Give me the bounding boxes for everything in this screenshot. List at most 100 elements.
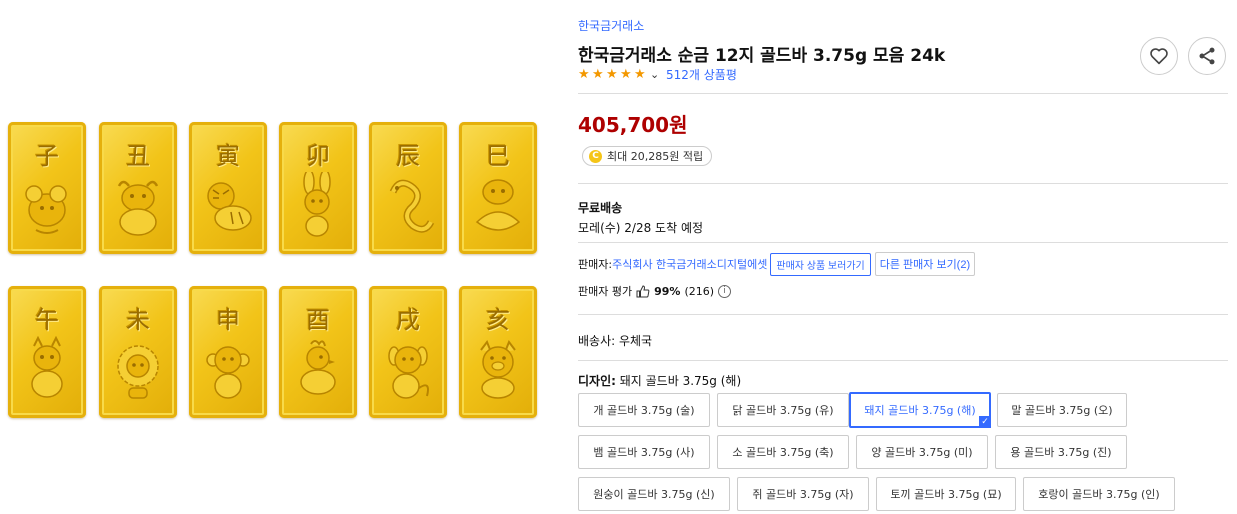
seller-name-link[interactable]: 주식회사 한국금거래소디지털에셋: [612, 256, 767, 272]
option-label: 개 골드바 3.75g (술): [593, 404, 695, 417]
snake-figure: [475, 179, 521, 231]
gold-bar-monkey: 申: [189, 286, 267, 418]
option-label: 용 골드바 3.75g (진): [1010, 446, 1112, 459]
product-price: 405,700원: [578, 113, 688, 137]
option-rabbit[interactable]: 토끼 골드바 3.75g (묘): [876, 477, 1016, 511]
sheep-figure: [117, 345, 159, 399]
zodiac-glyph: 酉: [306, 306, 330, 334]
tiger-figure: [207, 182, 252, 231]
option-snake[interactable]: 뱀 골드바 3.75g (사): [578, 435, 710, 469]
gold-bar-ox: 丑: [99, 122, 177, 254]
zodiac-glyph: 子: [35, 142, 59, 170]
zodiac-glyph: 未: [126, 306, 150, 334]
gold-bar-tiger: 寅: [189, 122, 267, 254]
star-icon: ★: [634, 66, 646, 82]
courier: 배송사: 우체국: [578, 334, 653, 348]
coin-icon: C: [589, 149, 602, 163]
rating-row: ★ ★ ★ ★ ★ ⌄ 512개 상품평: [578, 66, 737, 82]
shipping-label: 무료배송: [578, 201, 623, 215]
option-ox[interactable]: 소 골드바 3.75g (축): [717, 435, 849, 469]
wishlist-button[interactable]: [1140, 37, 1178, 75]
divider: [578, 183, 1228, 184]
zodiac-glyph: 戌: [396, 306, 420, 334]
gold-bar-horse: 午: [8, 286, 86, 418]
divider: [578, 242, 1228, 243]
gold-bar-dog: 戌: [369, 286, 447, 418]
star-icon: ★: [606, 66, 618, 82]
cashback-badge: C 최대 20,285원 적립: [582, 146, 713, 166]
horse-figure: [31, 336, 63, 398]
option-label: 양 골드바 3.75g (미): [871, 446, 973, 459]
brand-link[interactable]: 한국금거래소: [578, 17, 644, 34]
divider: [578, 93, 1228, 94]
thumbs-up-icon: [636, 284, 650, 297]
option-label: 말 골드바 3.75g (오): [1011, 404, 1113, 417]
zodiac-glyph: 卯: [306, 142, 330, 170]
check-icon: ✓: [979, 416, 991, 428]
option-label: 토끼 골드바 3.75g (묘): [890, 488, 1002, 501]
view-seller-products-button[interactable]: 판매자 상품 보러가기: [770, 252, 871, 276]
zodiac-glyph: 亥: [486, 306, 510, 334]
option-label: 닭 골드바 3.75g (유): [732, 404, 834, 417]
zodiac-glyph: 寅: [216, 142, 240, 170]
star-icon: ★: [620, 66, 632, 82]
zodiac-glyph: 辰: [396, 142, 420, 170]
chevron-down-icon[interactable]: ⌄: [650, 68, 662, 81]
design-header: 디자인: 돼지 골드바 3.75g (해): [578, 372, 741, 389]
gold-bar-rooster: 酉: [279, 286, 357, 418]
option-mouse[interactable]: 쥐 골드바 3.75g (자): [737, 477, 869, 511]
seller-row: 판매자: 주식회사 한국금거래소디지털에셋 판매자 상품 보러가기 다른 판매자…: [578, 252, 976, 276]
dragon-figure: [389, 179, 435, 233]
option-label: 뱀 골드바 3.75g (사): [593, 446, 695, 459]
dog-figure: [388, 346, 429, 399]
option-monkey[interactable]: 원숭이 골드바 3.75g (신): [578, 477, 730, 511]
option-label: 소 골드바 3.75g (축): [732, 446, 834, 459]
seller-eval-count: (216): [684, 284, 715, 298]
gold-bar-dragon: 辰: [369, 122, 447, 254]
rabbit-figure: [303, 172, 331, 237]
pig-figure: [480, 339, 516, 399]
option-dragon[interactable]: 용 골드바 3.75g (진): [995, 435, 1127, 469]
cashback-text: 최대 20,285원 적립: [607, 150, 704, 163]
other-sellers-button[interactable]: 다른 판매자 보기(2): [874, 252, 976, 276]
option-tiger[interactable]: 호랑이 골드바 3.75g (인): [1023, 477, 1175, 511]
gold-bar-sheep: 未: [99, 286, 177, 418]
star-rating[interactable]: ★ ★ ★ ★ ★: [578, 68, 648, 81]
option-pig[interactable]: 돼지 골드바 3.75g (해) ✓: [849, 392, 991, 428]
zodiac-glyph: 午: [35, 306, 59, 334]
ox-figure: [117, 180, 159, 236]
zodiac-glyph: 丑: [126, 142, 150, 170]
design-label: 디자인:: [578, 374, 616, 388]
rooster-figure: [300, 340, 336, 395]
seller-eval-label: 판매자 평가: [578, 285, 633, 298]
gold-bar-mouse: 子: [8, 122, 86, 254]
seller-prefix: 판매자:: [578, 258, 613, 271]
star-icon: ★: [578, 66, 590, 82]
mouse-figure: [25, 185, 67, 234]
gold-bar-snake: 巳: [459, 122, 537, 254]
seller-eval-percent: 99%: [654, 284, 681, 298]
option-dog[interactable]: 개 골드바 3.75g (술): [578, 393, 710, 427]
option-sheep[interactable]: 양 골드바 3.75g (미): [856, 435, 988, 469]
zodiac-glyph: 申: [216, 306, 240, 334]
option-label: 쥐 골드바 3.75g (자): [752, 488, 854, 501]
heart-icon: [1150, 48, 1168, 65]
star-icon: ★: [592, 66, 604, 82]
gold-bar-pig: 亥: [459, 286, 537, 418]
option-label: 돼지 골드바 3.75g (해): [864, 404, 976, 417]
option-label: 호랑이 골드바 3.75g (인): [1038, 488, 1160, 501]
product-title: 한국금거래소 순금 12지 골드바 3.75g 모음 24k: [578, 46, 946, 66]
option-rooster[interactable]: 닭 골드바 3.75g (유): [717, 393, 849, 427]
share-icon: [1199, 47, 1215, 65]
product-image-gallery: 子 丑 寅 卯 辰 巳 午 未 申 酉 戌 亥: [0, 110, 560, 430]
arrival-date: 모레(수) 2/28 도착 예정: [578, 221, 704, 235]
seller-evaluation: 판매자 평가 99% (216) i: [578, 283, 732, 299]
info-icon[interactable]: i: [718, 284, 732, 298]
zodiac-glyph: 巳: [486, 142, 510, 170]
monkey-figure: [206, 346, 250, 399]
review-count-link[interactable]: 512개 상품평: [666, 66, 737, 83]
option-horse[interactable]: 말 골드바 3.75g (오): [997, 393, 1127, 427]
design-selected-value: 돼지 골드바 3.75g (해): [615, 374, 742, 388]
divider: [578, 314, 1228, 315]
share-button[interactable]: [1188, 37, 1226, 75]
